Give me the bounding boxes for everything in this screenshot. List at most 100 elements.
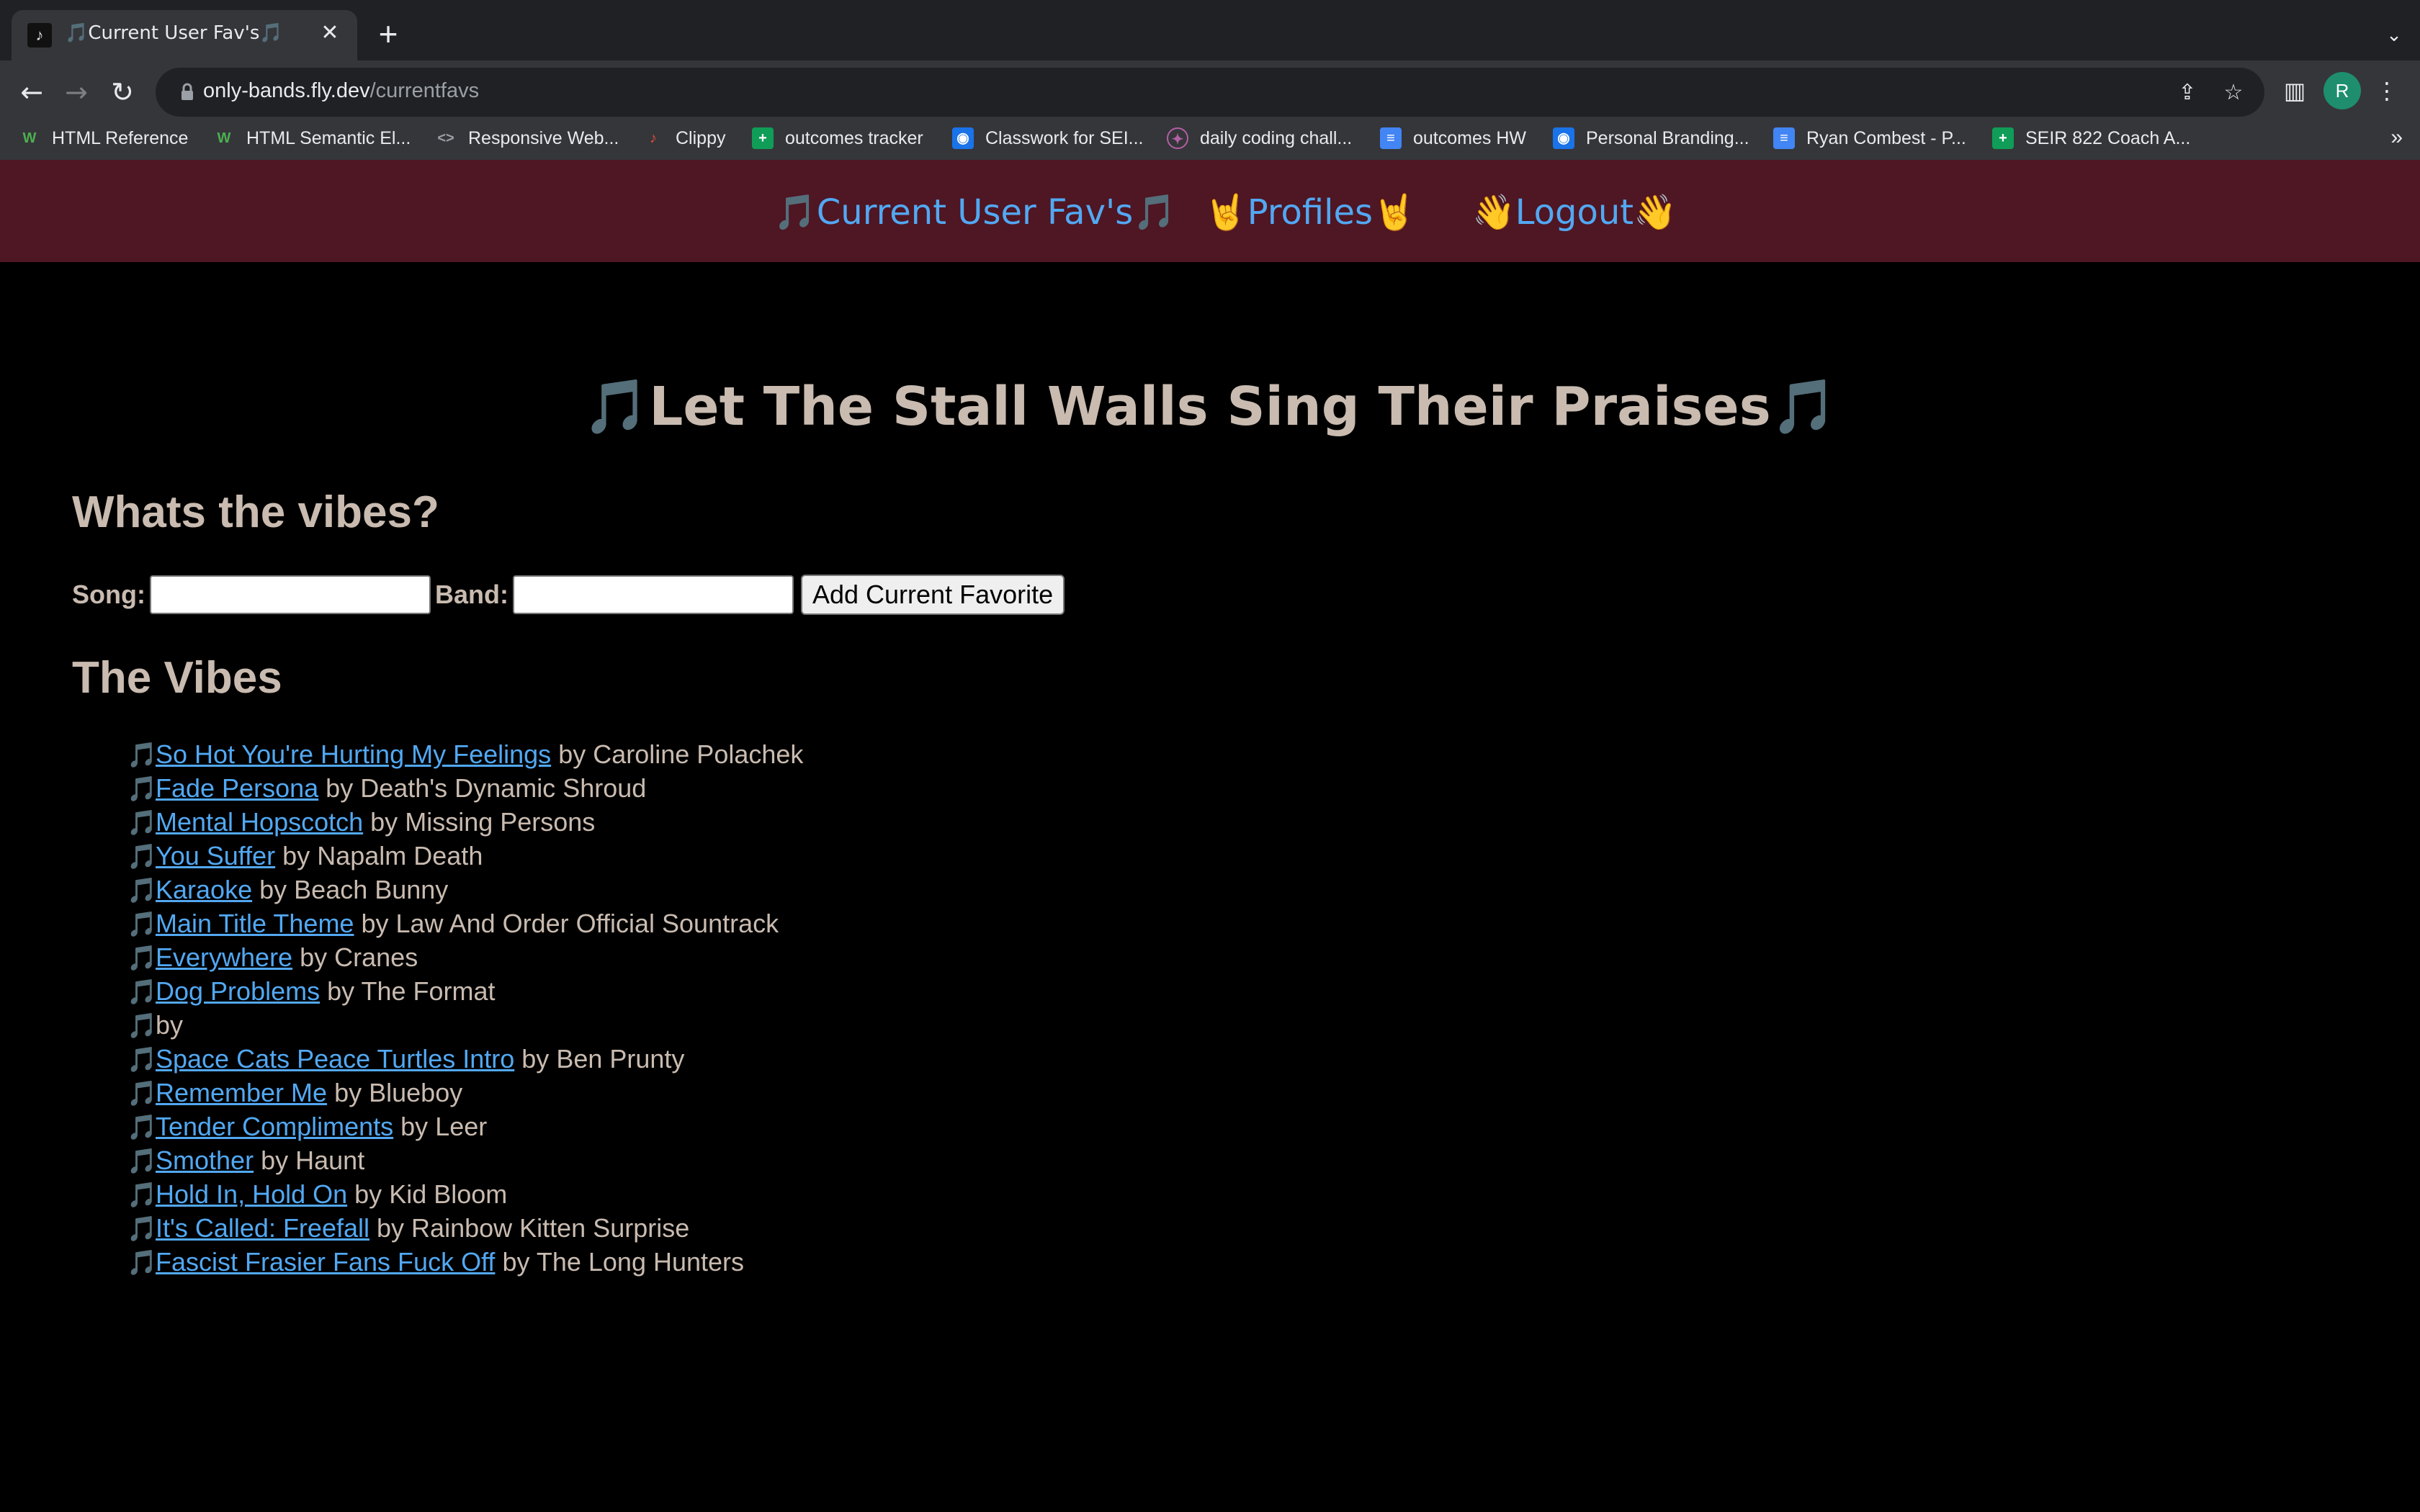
list-item: 🎵Hold In, Hold On by Kid Bloom	[127, 1177, 803, 1211]
song-link[interactable]: It's Called: Freefall	[156, 1213, 369, 1243]
bookmark-label: Ryan Combest - P...	[1806, 127, 1966, 148]
list-item: 🎵Main Title Theme by Law And Order Offic…	[127, 906, 803, 940]
nav-current-favs-link[interactable]: 🎵Current User Fav's🎵	[774, 192, 1176, 233]
bookmark-item[interactable]: ≡ outcomes HW	[1380, 124, 1526, 153]
list-item: 🎵Everywhere by Cranes	[127, 940, 803, 974]
band-name: The Format	[361, 976, 496, 1006]
band-name: Kid Bloom	[389, 1179, 508, 1209]
bookmark-item[interactable]: ◉ Personal Branding...	[1553, 124, 1749, 153]
by-word: by	[261, 1146, 289, 1175]
bookmark-item[interactable]: W HTML Reference	[19, 124, 189, 153]
browser-tab[interactable]: ♪ 🎵Current User Fav's🎵 ✕	[12, 10, 357, 60]
music-note-icon: 🎵	[127, 1215, 158, 1243]
new-tab-icon[interactable]: +	[370, 16, 406, 52]
url-host: only-bands.fly.dev	[203, 79, 370, 102]
list-item: 🎵Smother by Haunt	[127, 1143, 803, 1177]
bookmark-item[interactable]: + outcomes tracker	[752, 124, 923, 153]
by-word: by	[156, 1010, 184, 1040]
song-link[interactable]: Hold In, Hold On	[156, 1179, 347, 1209]
song-link[interactable]: Karaoke	[156, 875, 252, 904]
bookmark-label: HTML Semantic El...	[246, 127, 411, 148]
side-panel-icon[interactable]: ▥	[2275, 71, 2315, 111]
song-link[interactable]: Dog Problems	[156, 976, 320, 1006]
url-text[interactable]: only-bands.fly.dev/currentfavs	[203, 79, 479, 103]
list-item: 🎵Karaoke by Beach Bunny	[127, 873, 803, 906]
close-tab-icon[interactable]: ✕	[315, 19, 344, 48]
music-note-icon: 🎵	[127, 1113, 158, 1142]
bookmark-label: outcomes HW	[1413, 127, 1526, 148]
by-word: by	[300, 942, 328, 972]
band-name: Leer	[435, 1112, 488, 1141]
list-item: 🎵Mental Hopscotch by Missing Persons	[127, 805, 803, 839]
tab-search-chevron-icon[interactable]: ⌄	[2378, 19, 2410, 50]
bookmark-item[interactable]: + SEIR 822 Coach A...	[1992, 124, 2190, 153]
band-name: Beach Bunny	[294, 875, 449, 904]
forward-arrow-icon[interactable]: →	[55, 71, 98, 114]
bookmark-item[interactable]: ♪ Clippy	[642, 124, 725, 153]
kebab-menu-icon[interactable]: ⋮	[2367, 71, 2407, 111]
song-link[interactable]: So Hot You're Hurting My Feelings	[156, 739, 551, 769]
song-link[interactable]: Remember Me	[156, 1078, 327, 1107]
band-name: Law And Order Official Sountrack	[395, 909, 779, 938]
band-name: The Long Hunters	[536, 1247, 745, 1277]
band-name: Haunt	[295, 1146, 365, 1175]
form-heading: Whats the vibes?	[72, 487, 439, 537]
song-input[interactable]	[149, 575, 431, 614]
song-link[interactable]: Fascist Frasier Fans Fuck Off	[156, 1247, 495, 1277]
song-link[interactable]: Mental Hopscotch	[156, 807, 363, 837]
share-icon[interactable]: ⇪	[2172, 78, 2202, 108]
favorites-list: 🎵 So Hot You're Hurting My Feelings by Ca…	[127, 737, 803, 1279]
add-current-favorite-button[interactable]: Add Current Favorite	[800, 575, 1065, 615]
music-note-icon: 🎵	[127, 1012, 158, 1040]
music-note-icon: 🎵	[127, 910, 158, 939]
address-bar[interactable]: only-bands.fly.dev/currentfavs ⇪ ☆	[156, 68, 2264, 117]
code-icon: <>	[437, 130, 454, 146]
by-word: by	[334, 1078, 362, 1107]
classroom-icon: ◉	[1553, 127, 1574, 149]
song-link[interactable]: Space Cats Peace Turtles Intro	[156, 1044, 514, 1074]
band-name: Napalm Death	[317, 841, 483, 870]
site-navbar: 🎵Current User Fav's🎵 🤘Profiles🤘 👋Logout👋	[0, 160, 2420, 262]
band-name: Ben Prunty	[556, 1044, 685, 1074]
bookmark-item[interactable]: W HTML Semantic El...	[213, 124, 411, 153]
bookmark-item[interactable]: <> Responsive Web...	[435, 124, 619, 153]
reload-icon[interactable]: ↻	[101, 71, 144, 114]
list-item: 🎵You Suffer by Napalm Death	[127, 839, 803, 873]
music-note-icon: 🎵	[127, 842, 158, 871]
lock-icon[interactable]	[176, 81, 199, 104]
list-item: 🎵Space Cats Peace Turtles Intro by Ben P…	[127, 1042, 803, 1076]
bookmarks-overflow-icon[interactable]: »	[2390, 125, 2403, 150]
bookmark-item[interactable]: ≡ Ryan Combest - P...	[1773, 124, 1966, 153]
clippy-icon: ♪	[650, 130, 657, 146]
song-label: Song:	[72, 580, 145, 609]
song-link[interactable]: Fade Persona	[156, 773, 318, 803]
band-name: Death's Dynamic Shroud	[360, 773, 647, 803]
bookmark-item[interactable]: ✦ daily coding chall...	[1167, 124, 1352, 153]
song-link[interactable]: Smother	[156, 1146, 254, 1175]
band-input[interactable]	[512, 575, 794, 614]
band-name: Caroline Polachek	[593, 739, 804, 769]
profile-avatar[interactable]: R	[2323, 72, 2361, 109]
by-word: by	[400, 1112, 429, 1141]
back-arrow-icon[interactable]: ←	[10, 71, 53, 114]
band-label: Band:	[434, 580, 508, 609]
bookmark-label: Clippy	[676, 127, 726, 148]
star-icon[interactable]: ☆	[2218, 78, 2249, 108]
nav-profiles-link[interactable]: 🤘Profiles🤘	[1204, 192, 1416, 233]
song-link[interactable]: Main Title Theme	[156, 909, 354, 938]
by-word: by	[361, 909, 389, 938]
site-favicon-icon: ♪	[27, 23, 52, 48]
list-item: 🎵Remember Me by Blueboy	[127, 1076, 803, 1110]
music-note-icon: 🎵	[127, 876, 158, 905]
nav-logout-link[interactable]: 👋Logout👋	[1472, 192, 1677, 233]
by-word: by	[502, 1247, 530, 1277]
by-word: by	[370, 807, 398, 837]
url-path: /currentfavs	[369, 79, 480, 102]
bookmark-item[interactable]: ◉ Classwork for SEI...	[952, 124, 1144, 153]
add-favorite-form: Song: Band: Add Current Favorite	[72, 573, 1065, 616]
bookmark-label: Classwork for SEI...	[985, 127, 1144, 148]
song-link[interactable]: You Suffer	[156, 841, 275, 870]
song-link[interactable]: Everywhere	[156, 942, 292, 972]
song-link[interactable]: Tender Compliments	[156, 1112, 393, 1141]
by-word: by	[377, 1213, 405, 1243]
